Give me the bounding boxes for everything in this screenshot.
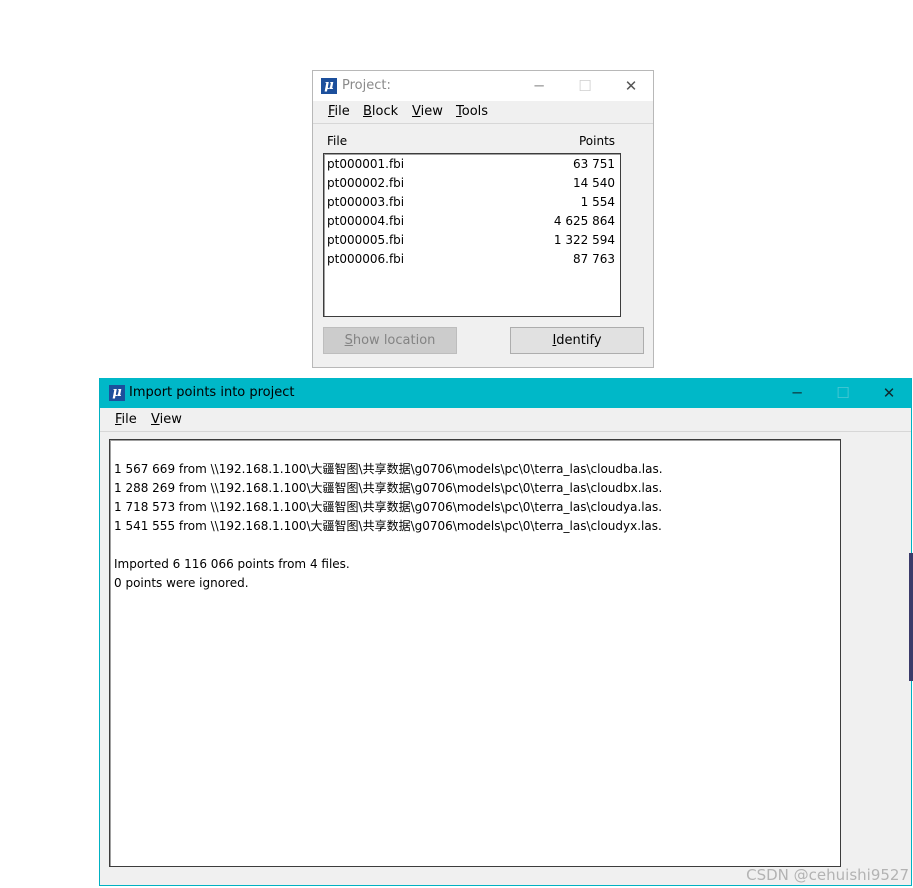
minimize-button[interactable]: ─ (774, 378, 820, 408)
show-location-button[interactable]: Show location (323, 327, 457, 354)
log-line: 1 541 555 from \\192.168.1.100\大疆智图\共享数据… (114, 519, 662, 533)
list-item[interactable]: pt000001.fbi 63 751 (327, 155, 615, 174)
watermark: CSDN @cehuishi9527 (746, 866, 909, 884)
menu-view[interactable]: View (412, 104, 443, 119)
menu-block[interactable]: Block (363, 104, 398, 119)
menu-tools[interactable]: Tools (456, 104, 488, 119)
close-button[interactable]: ✕ (866, 378, 912, 408)
background-window-edge (909, 553, 913, 681)
minimize-button[interactable]: ─ (516, 71, 562, 101)
import-menubar: File View (100, 409, 911, 432)
close-button[interactable]: ✕ (608, 71, 654, 101)
column-header-points[interactable]: Points (579, 134, 615, 148)
import-titlebar[interactable]: μ Import points into project ─ ☐ ✕ (100, 378, 911, 408)
mu-app-icon: μ (321, 78, 337, 94)
project-menubar: File Block View Tools (313, 101, 653, 124)
import-window-title: Import points into project (129, 385, 295, 400)
mu-app-icon: μ (109, 385, 125, 401)
import-log[interactable]: 1 567 669 from \\192.168.1.100\大疆智图\共享数据… (109, 439, 841, 867)
log-line: 0 points were ignored. (114, 576, 249, 590)
log-line: 1 718 573 from \\192.168.1.100\大疆智图\共享数据… (114, 500, 663, 514)
project-window: μ Project: ─ ☐ ✕ File Block View Tools F… (312, 70, 654, 368)
list-item[interactable]: pt000004.fbi 4 625 864 (327, 212, 615, 231)
log-line: 1 567 669 from \\192.168.1.100\大疆智图\共享数据… (114, 462, 663, 476)
identify-button[interactable]: Identify (510, 327, 644, 354)
maximize-button[interactable]: ☐ (562, 71, 608, 101)
list-item[interactable]: pt000003.fbi 1 554 (327, 193, 615, 212)
menu-file[interactable]: File (115, 412, 137, 427)
column-header-file[interactable]: File (327, 134, 347, 148)
project-window-title: Project: (342, 78, 391, 93)
menu-file[interactable]: File (328, 104, 350, 119)
menu-view[interactable]: View (151, 412, 182, 427)
list-item[interactable]: pt000005.fbi 1 322 594 (327, 231, 615, 250)
file-list[interactable]: pt000001.fbi 63 751 pt000002.fbi 14 540 … (323, 153, 621, 317)
list-item[interactable]: pt000002.fbi 14 540 (327, 174, 615, 193)
import-window: μ Import points into project ─ ☐ ✕ File … (99, 378, 912, 886)
log-line: 1 288 269 from \\192.168.1.100\大疆智图\共享数据… (114, 481, 663, 495)
list-item[interactable]: pt000006.fbi 87 763 (327, 250, 615, 269)
log-line: Imported 6 116 066 points from 4 files. (114, 557, 350, 571)
maximize-button[interactable]: ☐ (820, 378, 866, 408)
project-titlebar[interactable]: μ Project: ─ ☐ ✕ (313, 71, 653, 101)
